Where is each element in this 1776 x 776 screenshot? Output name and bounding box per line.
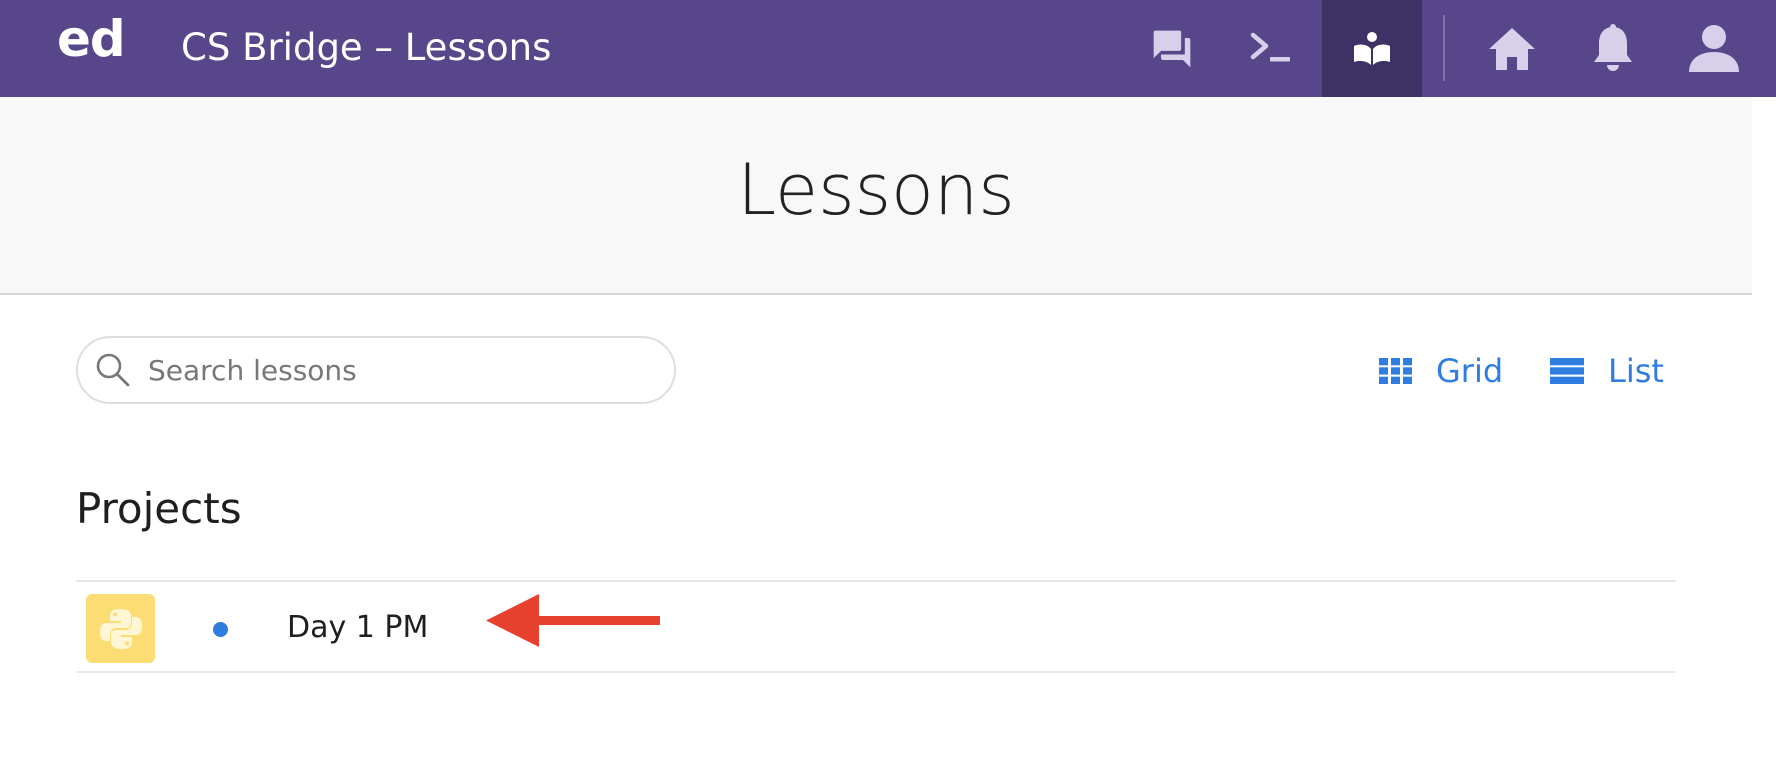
lesson-list: Day 1 PM xyxy=(76,580,1676,673)
arrow-left-icon xyxy=(486,594,660,647)
lessons-button[interactable] xyxy=(1322,0,1422,97)
lessons-book-icon xyxy=(1354,31,1390,65)
unread-status-dot xyxy=(213,622,228,637)
lesson-row[interactable]: Day 1 PM xyxy=(76,580,1676,673)
lesson-title: Day 1 PM xyxy=(287,610,429,645)
account-button[interactable] xyxy=(1664,0,1764,97)
page-header: Lessons xyxy=(0,97,1752,295)
search-icon xyxy=(95,352,131,388)
search-box xyxy=(76,336,676,404)
ed-logo[interactable]: ed xyxy=(57,14,126,64)
search-input[interactable] xyxy=(148,348,648,392)
lesson-thumbnail xyxy=(86,594,155,663)
discussion-button[interactable] xyxy=(1122,0,1222,97)
grid-icon xyxy=(1379,358,1412,384)
page-title: Lessons xyxy=(737,149,1015,231)
home-button[interactable] xyxy=(1462,0,1562,97)
workspace-button[interactable] xyxy=(1222,0,1322,97)
section-title: Projects xyxy=(76,484,242,533)
notifications-button[interactable] xyxy=(1563,0,1663,97)
list-view-label: List xyxy=(1608,352,1664,390)
top-navbar: ed CS Bridge – Lessons xyxy=(0,0,1776,97)
nav-divider xyxy=(1443,15,1445,81)
grid-view-label: Grid xyxy=(1436,352,1504,390)
course-title: CS Bridge – Lessons xyxy=(181,26,552,69)
bell-icon xyxy=(1594,23,1632,71)
python-icon xyxy=(99,608,142,649)
list-icon xyxy=(1550,358,1584,384)
discussion-icon xyxy=(1153,30,1191,67)
user-icon xyxy=(1689,24,1739,72)
home-icon xyxy=(1489,27,1535,70)
terminal-icon xyxy=(1250,32,1290,61)
list-view-button[interactable]: List xyxy=(1550,351,1664,391)
grid-view-button[interactable]: Grid xyxy=(1379,351,1503,391)
